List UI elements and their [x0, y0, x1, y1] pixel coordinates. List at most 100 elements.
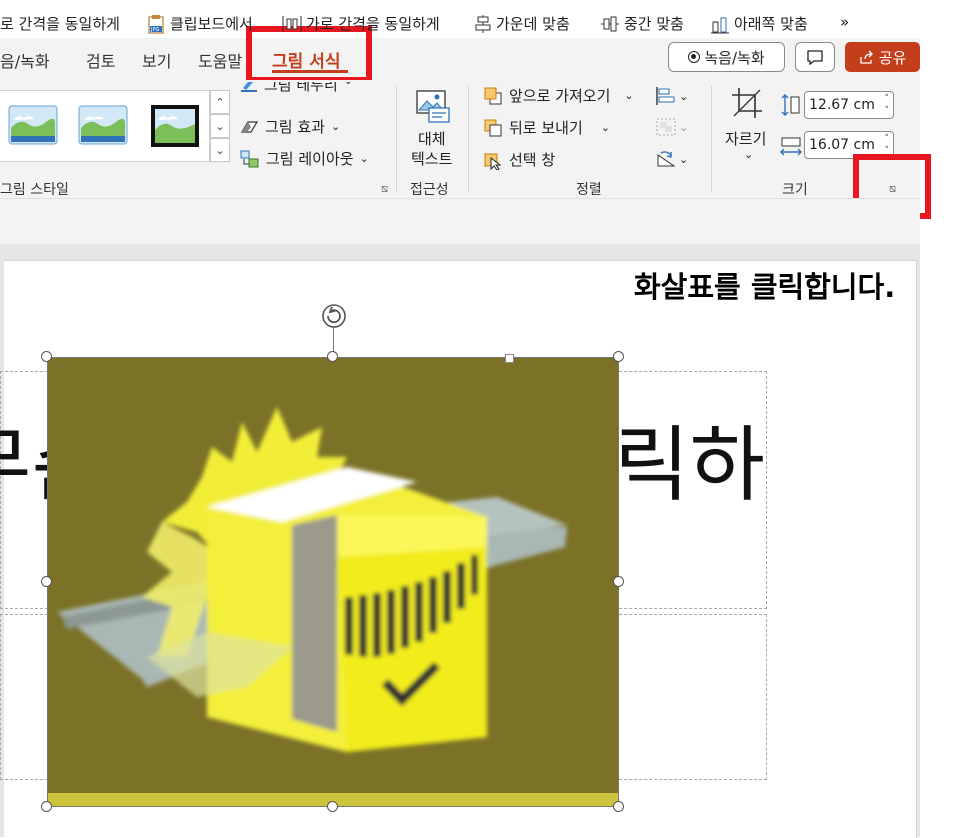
align-center-button[interactable]: 가운데 맞춤: [474, 13, 570, 34]
group-label-picture-styles: 그림 스타일: [0, 182, 69, 198]
share-button[interactable]: 공유: [845, 42, 920, 72]
tab-review[interactable]: 검토: [86, 48, 115, 72]
comment-icon: [807, 49, 823, 65]
group-label-arrange: 정렬: [576, 182, 602, 198]
width-icon: [780, 137, 802, 156]
tab-record[interactable]: 음/녹화: [0, 48, 50, 72]
send-backward-icon: [484, 119, 502, 136]
alt-text-button[interactable]: 대체 텍스트: [402, 86, 464, 168]
align-icon: [656, 87, 675, 105]
gallery-scroll-up-button[interactable]: ⌃: [210, 90, 230, 114]
crop-label: 자르기: [725, 130, 767, 148]
slide-title-right: 릭하: [614, 418, 765, 513]
resize-handle-top-right[interactable]: [613, 351, 624, 362]
clipboard-icon: JPG: [148, 14, 164, 33]
width-value: 16.07 cm: [809, 137, 875, 153]
resize-handle-left[interactable]: [41, 576, 52, 587]
group-separator: [711, 86, 712, 192]
bring-forward-button[interactable]: 앞으로 가져오기 ⌄: [483, 85, 634, 106]
distribute-vertically-button[interactable]: 로 간격을 동일하게: [0, 13, 120, 34]
style-thumbnail-3[interactable]: [150, 104, 200, 148]
resize-handle-right[interactable]: [613, 576, 624, 587]
comment-button[interactable]: [795, 42, 835, 72]
height-icon: [781, 94, 800, 116]
distribute-horizontally-button[interactable]: 가로 간격을 동일하게: [282, 13, 440, 34]
group-button[interactable]: ⌄: [655, 117, 688, 137]
align-bottom-icon: [711, 17, 729, 33]
record-button[interactable]: 녹음/녹화: [668, 42, 785, 72]
distribute-horizontally-icon: [282, 15, 302, 32]
align-bottom-button[interactable]: 아래쪽 맞춤: [710, 13, 808, 34]
instruction-text: 화살표를 클릭합니다.: [634, 270, 896, 304]
group-separator: [396, 86, 397, 192]
resize-handle-bottom[interactable]: [327, 801, 338, 812]
bring-forward-label: 앞으로 가져오기: [509, 87, 611, 105]
send-backward-label: 뒤로 보내기: [509, 119, 583, 137]
share-icon: [860, 50, 873, 64]
picture-effects-icon: [240, 120, 259, 133]
selected-picture[interactable]: [47, 357, 619, 807]
picture-effects-button[interactable]: 그림 효과 ⌄: [240, 116, 340, 137]
rotate-icon: [657, 151, 676, 167]
rotate-button[interactable]: ⌄: [655, 149, 688, 169]
resize-handle-bottom-right[interactable]: [613, 801, 624, 812]
align-center-label: 가운데 맞춤: [496, 15, 570, 33]
alt-text-label-2: 텍스트: [411, 150, 453, 168]
share-label: 공유: [878, 48, 907, 67]
rotate-handle-icon[interactable]: [320, 302, 348, 330]
picture-layout-label: 그림 레이아웃: [266, 150, 354, 168]
qat-more-label: »: [840, 13, 850, 31]
alt-text-icon: [416, 90, 450, 123]
resize-handle-bottom-left[interactable]: [41, 801, 52, 812]
style-thumbnail-1[interactable]: [8, 104, 58, 148]
height-value: 12.67 cm: [809, 97, 875, 113]
svg-text:JPG: JPG: [150, 27, 159, 33]
selection-pane-icon: [484, 153, 502, 170]
send-backward-button[interactable]: 뒤로 보내기 ⌄: [483, 117, 610, 138]
highlight-box-tab: [246, 26, 372, 83]
align-middle-button[interactable]: 중간 맞춤: [600, 13, 684, 34]
picture-border-label: 그림 테두리: [264, 82, 338, 94]
tab-view[interactable]: 보기: [142, 48, 171, 72]
crop-icon: [732, 88, 762, 118]
gallery-scroll-down-button[interactable]: ⌄: [210, 114, 230, 138]
qat-more-button[interactable]: »: [840, 13, 849, 31]
align-center-icon: [475, 14, 491, 33]
paste-from-clipboard-button[interactable]: JPG 클립보드에서: [146, 13, 253, 34]
align-middle-label: 중간 맞춤: [624, 15, 684, 33]
align-middle-icon: [601, 16, 619, 31]
record-label: 녹음/녹화: [704, 48, 765, 67]
picture-layout-icon: [240, 150, 259, 167]
picture-effects-label: 그림 효과: [265, 118, 325, 136]
record-dot-icon: [688, 51, 701, 63]
picture-border-button[interactable]: 그림 테두리⌄: [240, 82, 353, 95]
resize-handle-top[interactable]: [327, 351, 338, 362]
paste-from-clipboard-label: 클립보드에서: [170, 15, 253, 33]
resize-handle-top-left[interactable]: [41, 351, 52, 362]
selection-pane-label: 선택 창: [509, 151, 556, 169]
slide-title-left: 무슨: [0, 426, 47, 508]
title-text-left-clip: 무슨: [0, 420, 47, 520]
align-button[interactable]: ⌄: [655, 86, 688, 106]
group-separator: [468, 86, 469, 192]
height-input[interactable]: 12.67 cm ˄ ˅: [804, 91, 894, 119]
picture-styles-launcher-icon[interactable]: ⧅: [381, 182, 388, 196]
selection-pane-button[interactable]: 선택 창: [483, 149, 555, 170]
group-label-accessibility: 접근성: [410, 182, 449, 198]
bring-forward-icon: [484, 87, 502, 104]
crop-button[interactable]: 자르기 ⌄: [722, 86, 774, 166]
distribute-vertically-label: 로 간격을 동일하게: [0, 15, 120, 33]
placeholder-handle: [505, 354, 514, 363]
group-label-size: 크기: [782, 182, 808, 198]
picture-border-clip: 그림 테두리⌄: [240, 82, 380, 96]
gallery-more-button[interactable]: ⌄: [210, 138, 230, 162]
picture-border-icon: [241, 82, 257, 92]
height-spin-arrows[interactable]: ˄ ˅: [885, 93, 890, 117]
tab-help[interactable]: 도움말: [198, 48, 242, 72]
alt-text-label-1: 대체: [418, 130, 446, 148]
group-icon: [656, 118, 676, 136]
picture-layout-button[interactable]: 그림 레이아웃 ⌄: [240, 148, 369, 169]
distribute-horizontally-label: 가로 간격을 동일하게: [306, 15, 440, 33]
quick-access-toolbar: [0, 198, 920, 245]
style-thumbnail-2[interactable]: [78, 104, 128, 148]
